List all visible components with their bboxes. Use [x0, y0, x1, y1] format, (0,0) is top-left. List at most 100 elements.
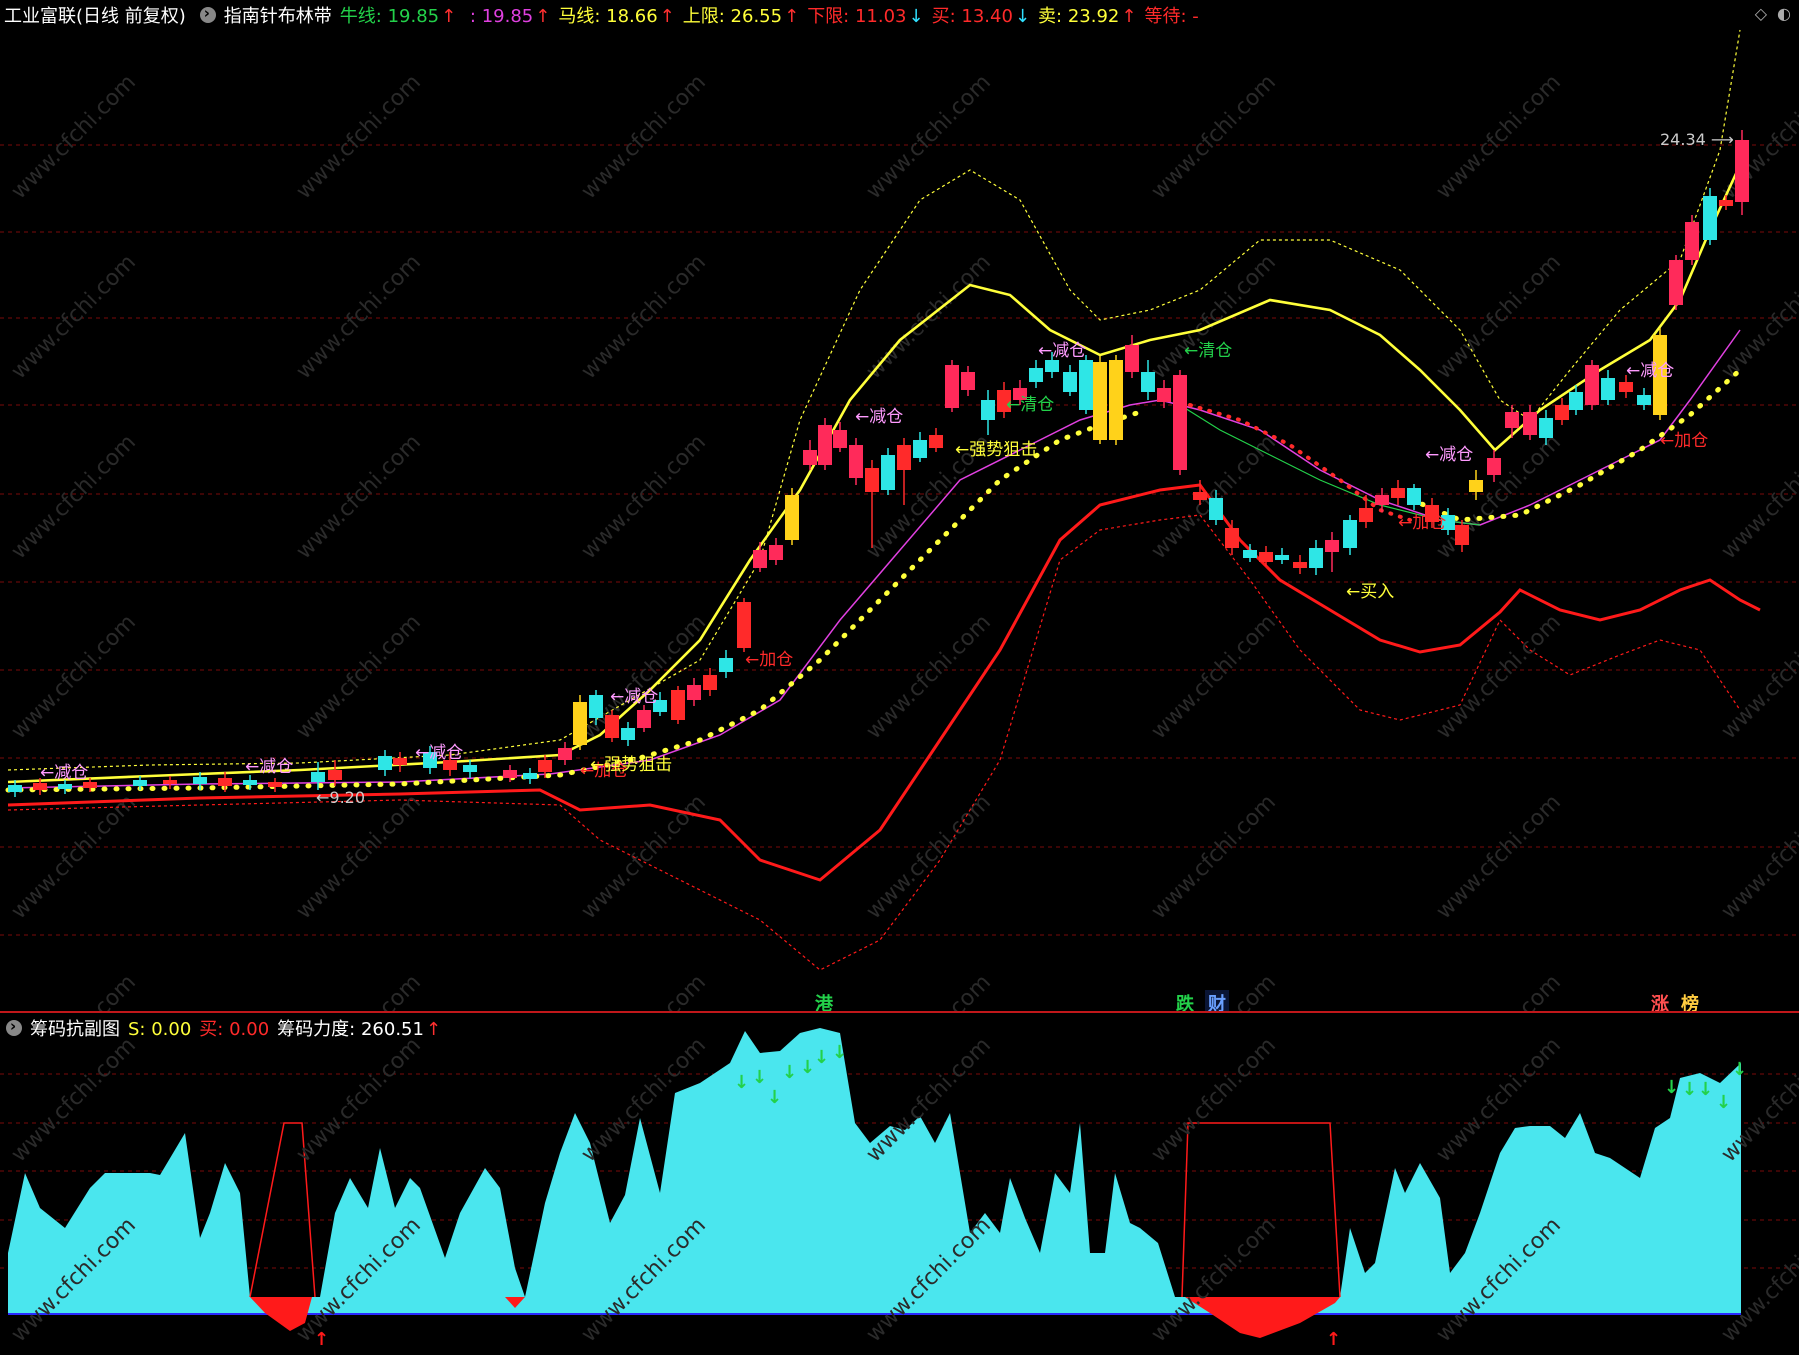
candle-body [1601, 378, 1615, 400]
candle-body [558, 748, 572, 760]
candle-body [849, 445, 863, 478]
candle-body [1309, 548, 1323, 568]
event-tag-fall[interactable]: 跌 [1173, 990, 1197, 1011]
settings-icon[interactable]: ◐ [1777, 4, 1791, 23]
candle-body [833, 430, 847, 448]
candle-body [1193, 492, 1207, 500]
candle-body [1719, 200, 1733, 206]
main-header: 工业富联(日线 前复权) 指南针布林带 牛线: 19.85↑ : 19.85↑马… [0, 0, 1215, 30]
candle-body [1585, 365, 1599, 405]
candle-body [1619, 382, 1633, 392]
signal-reduce: ←减仓 [1626, 361, 1674, 381]
watermark: www.cfchi.com [7, 610, 141, 744]
candle-body [393, 758, 407, 765]
signal-reduce: ←减仓 [40, 763, 88, 783]
candle-body [1079, 360, 1093, 410]
candle-body [378, 756, 392, 770]
signal-reduce: ←减仓 [610, 687, 658, 707]
candle-body [737, 602, 751, 648]
candle-body [785, 495, 799, 540]
stock-title[interactable]: 工业富联(日线 前复权) [4, 2, 186, 28]
watermark: www.cfchi.com [577, 70, 711, 204]
candle-body [769, 545, 783, 560]
main-value-arrow-5: ↓ [1014, 6, 1031, 27]
indicator-values: 牛线: 19.85 ↑ : 19.85 ↑ 马线: 18.66 ↑ 上限: 26.55 ↑ 下… [340, 2, 1207, 28]
sub-indicator-name[interactable]: 筹码抗副图 [30, 1015, 120, 1041]
candle-body [1109, 360, 1123, 440]
watermark: www.cfchi.com [1432, 610, 1566, 744]
indicator-menu-icon[interactable] [199, 4, 216, 23]
diamond-icon[interactable]: ◇ [1755, 4, 1767, 23]
event-tag-finance[interactable]: 财 [1205, 990, 1229, 1011]
sell-arrow-icon: ↓ [832, 1042, 847, 1063]
candle-body [621, 728, 635, 740]
candle-body [1141, 372, 1155, 392]
main-value-6: 卖: 23.92 [1038, 6, 1120, 27]
watermark: www.cfchi.com [292, 70, 426, 204]
sub-chart-panel[interactable]: 筹码抗副图 S: 0.00买: 0.00筹码力度: 260.51↑ ↑↑↓↓↓↓… [0, 1013, 1799, 1355]
main-value-7: 等待: - [1144, 6, 1199, 27]
watermark: www.cfchi.com [292, 1033, 426, 1167]
sub-indicator-values: S: 0.00 买: 0.00 筹码力度: 260.51 ↑ [128, 1015, 449, 1041]
watermark: www.cfchi.com [292, 430, 426, 564]
main-value-4: 下限: 11.03 [807, 6, 907, 27]
watermark: www.cfchi.com [292, 250, 426, 384]
candle-body [1685, 222, 1699, 260]
sub-indicator-menu-icon[interactable] [6, 1017, 22, 1036]
candle-body [268, 782, 282, 787]
signal-add: ←加仓 [1398, 513, 1446, 533]
sub-value-2: 筹码力度: 260.51 [277, 1019, 424, 1040]
candle-body [1343, 520, 1357, 548]
watermark: www.cfchi.com [1147, 610, 1281, 744]
watermark: www.cfchi.com [1717, 250, 1799, 384]
signal-reduce: ←减仓 [855, 407, 903, 427]
candle-body [1259, 552, 1273, 562]
candle-body [1325, 540, 1339, 552]
main-value-5: 买: 13.40 [931, 6, 1013, 27]
watermark: www.cfchi.com [1147, 250, 1281, 384]
event-tag-rise[interactable]: 涨 [1648, 990, 1672, 1011]
indicator-name[interactable]: 指南针布林带 [224, 2, 332, 28]
candle-body [58, 784, 72, 789]
main-chart-panel[interactable]: 工业富联(日线 前复权) 指南针布林带 牛线: 19.85↑ : 19.85↑马… [0, 0, 1799, 1013]
candle-body [218, 778, 232, 786]
watermark: www.cfchi.com [1147, 1033, 1281, 1167]
sub-value-1: 买: 0.00 [199, 1019, 270, 1040]
candle-body [1173, 375, 1187, 470]
candle-body [1125, 345, 1139, 372]
watermark: www.cfchi.com [292, 610, 426, 744]
candle-body [818, 425, 832, 465]
watermark: www.cfchi.com [1147, 790, 1281, 924]
main-value-3: 上限: 26.55 [682, 6, 783, 27]
watermark: www.cfchi.com [292, 970, 426, 1013]
sell-arrow-icon: ↓ [800, 1057, 815, 1078]
candle-body [1243, 550, 1257, 558]
main-value-1: : 19.85 [464, 6, 534, 27]
candle-body [589, 695, 603, 718]
signal-reduce: ←减仓 [1425, 445, 1473, 465]
candle-body [803, 450, 817, 465]
candle-body [687, 685, 701, 700]
chip-area-chart: ↑ ↑↓ ↓↓↓ ↓↓ ↓↓ ↓ ↓↓↓www.cfchi.com www.cfchi.com… [0, 1028, 1799, 1350]
main-value-arrow-6: ↑ [1121, 6, 1137, 27]
candle-body [463, 765, 477, 772]
signal-clear: ←清仓 [1006, 395, 1054, 415]
candle-body [1703, 196, 1717, 240]
event-tag-hk[interactable]: 港 [812, 990, 836, 1011]
event-tag-rank[interactable]: 榜 [1678, 990, 1702, 1011]
candle-body [981, 400, 995, 420]
sell-arrow-icon: ↓ [734, 1072, 749, 1093]
candle-body [719, 658, 733, 672]
watermark: www.cfchi.com [577, 430, 711, 564]
candle-body [243, 780, 257, 785]
sell-arrow-icon: ↓ [814, 1047, 829, 1068]
watermark: www.cfchi.com [862, 790, 996, 924]
price-low-label: ←9.20 [316, 788, 365, 807]
signal-strong-snipe: ←强势狙击 [955, 440, 1037, 460]
watermark: www.cfchi.com [7, 430, 141, 564]
candle-body [929, 435, 943, 448]
buy-arrow-icon: ↑ [1326, 1329, 1341, 1350]
signal-reduce: ←减仓 [245, 757, 293, 777]
watermark: www.cfchi.com [7, 970, 141, 1013]
watermark: www.cfchi.com [1717, 430, 1799, 564]
